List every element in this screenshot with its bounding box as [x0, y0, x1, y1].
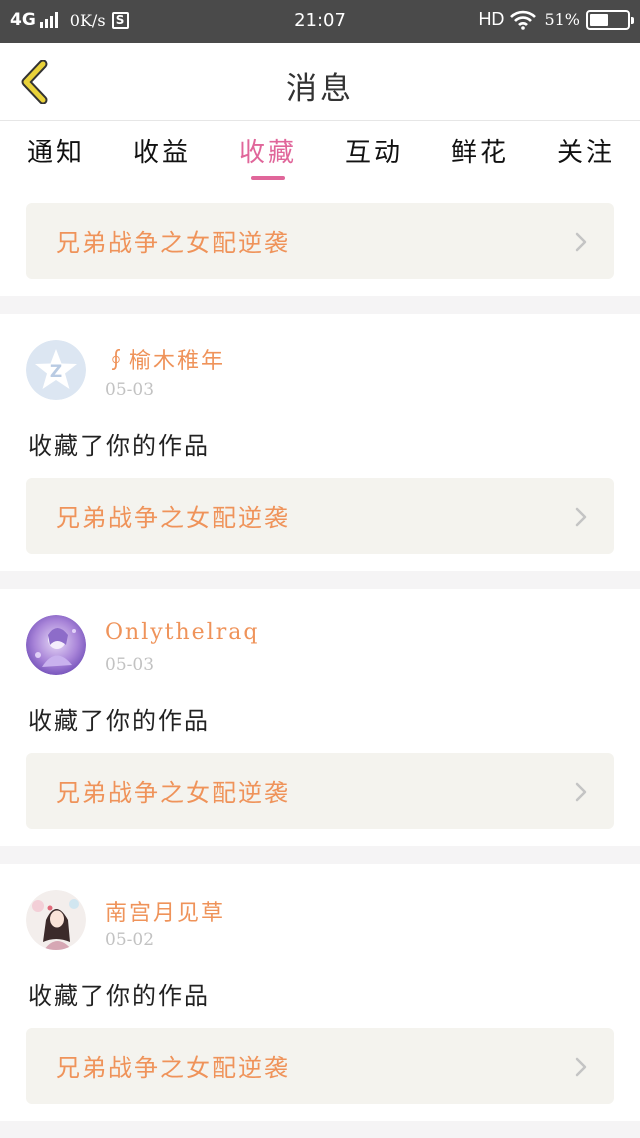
- battery-percent: 51%: [544, 10, 580, 29]
- tab-flowers[interactable]: 鲜花: [440, 132, 520, 169]
- user-name[interactable]: 南宫月见草: [105, 895, 225, 927]
- status-bar: 4G 0K/s S 21:07 HD 51%: [0, 0, 640, 43]
- work-card[interactable]: 兄弟战争之女配逆袭: [26, 753, 614, 829]
- avatar[interactable]: Z: [26, 340, 86, 400]
- chevron-right-icon: [575, 1057, 587, 1077]
- battery-level: [590, 13, 609, 26]
- tab-bar: 通知 收益 收藏 互动 鲜花 关注: [0, 122, 640, 188]
- message-text: 收藏了你的作品: [28, 707, 210, 735]
- app-header: 消息: [0, 43, 640, 121]
- message-text: 收藏了你的作品: [28, 982, 210, 1010]
- work-title: 兄弟战争之女配逆袭: [56, 504, 290, 532]
- hd-indicator: HD: [478, 9, 505, 29]
- work-card[interactable]: 兄弟战争之女配逆袭: [26, 1028, 614, 1104]
- work-title: 兄弟战争之女配逆袭: [56, 1054, 290, 1082]
- girl-illustration-avatar-icon: [26, 890, 86, 950]
- tab-interactions[interactable]: 互动: [334, 132, 414, 169]
- work-title: 兄弟战争之女配逆袭: [56, 779, 290, 807]
- tab-earnings[interactable]: 收益: [122, 132, 202, 169]
- user-name[interactable]: ∮榆木稚年: [105, 343, 225, 375]
- section-divider: [0, 1121, 640, 1138]
- default-star-avatar-icon: Z: [26, 340, 86, 400]
- chevron-right-icon: [575, 507, 587, 527]
- work-card[interactable]: 兄弟战争之女配逆袭: [26, 478, 614, 554]
- work-title: 兄弟战争之女配逆袭: [56, 229, 290, 257]
- work-card[interactable]: 兄弟战争之女配逆袭: [26, 203, 614, 279]
- avatar[interactable]: [26, 890, 86, 950]
- purple-anime-avatar-icon: [26, 615, 86, 675]
- section-divider: [0, 846, 640, 864]
- message-date: 05-03: [105, 380, 155, 400]
- page-title: 消息: [286, 71, 354, 107]
- tab-notifications[interactable]: 通知: [16, 132, 96, 169]
- message-text: 收藏了你的作品: [28, 432, 210, 460]
- section-divider: [0, 296, 640, 314]
- chevron-right-icon: [575, 782, 587, 802]
- battery-icon: [586, 9, 634, 30]
- tab-favorites[interactable]: 收藏: [228, 132, 308, 169]
- section-divider: [0, 571, 640, 589]
- user-name[interactable]: Onlythelraq: [105, 620, 259, 645]
- tab-following[interactable]: 关注: [546, 132, 626, 169]
- svg-text:Z: Z: [50, 362, 62, 382]
- wifi-icon: [510, 10, 537, 30]
- avatar[interactable]: [26, 615, 86, 675]
- message-date: 05-02: [105, 930, 155, 950]
- message-date: 05-03: [105, 655, 155, 675]
- chevron-right-icon: [575, 232, 587, 252]
- active-tab-indicator: [251, 176, 285, 180]
- status-right: HD 51%: [478, 9, 634, 30]
